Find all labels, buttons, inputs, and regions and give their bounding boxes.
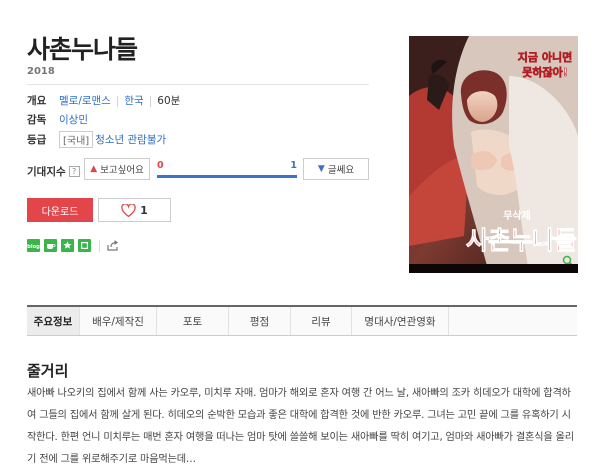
synopsis-text: 새아빠 나오키의 집에서 함께 사는 카오루, 미치루 자매. 엄마가 해외로 … — [27, 388, 574, 465]
info-director-row: 감독 이상민 — [27, 112, 88, 127]
director-link[interactable]: 이상민 — [59, 112, 88, 127]
svg-text:못하잖아!: 못하잖아! — [522, 65, 568, 79]
tab-photos[interactable]: 포토 — [157, 307, 229, 335]
tab-quotes-related[interactable]: 명대사/연관영화 — [352, 307, 449, 335]
like-button[interactable]: 1 — [98, 198, 171, 222]
movie-title: 사촌누나들 — [27, 35, 138, 64]
divider — [99, 239, 100, 252]
genre-link[interactable]: 멜로/로맨스 — [59, 93, 111, 108]
svg-text:무삭제: 무삭제 — [503, 209, 531, 222]
separator: | — [115, 94, 120, 107]
expectation-bar: 0 1 — [157, 160, 297, 180]
poster-image: 지금 아니면 못하잖아! 무삭제 사촌누나들 — [409, 36, 578, 273]
question-icon[interactable]: ? — [68, 166, 80, 177]
tab-reviews[interactable]: 리뷰 — [291, 307, 352, 335]
want-to-see-button[interactable]: ▲ 보고싶어요 — [84, 158, 150, 180]
expectation-label-wrap: 기대지수 ? — [27, 164, 80, 179]
square-share-icon[interactable] — [78, 239, 91, 252]
rating-link[interactable]: 청소년 관람불가 — [95, 132, 166, 147]
blog-icon[interactable]: blog — [27, 239, 40, 252]
separator: | — [148, 94, 153, 107]
expectation-bar-track — [157, 175, 297, 178]
poster-credit-strip — [409, 264, 578, 273]
synopsis-heading: 줄거리 — [27, 362, 69, 380]
not-sure-label: 글쎄요 — [327, 165, 355, 176]
tab-ratings[interactable]: 평점 — [229, 307, 291, 335]
movie-poster[interactable]: 지금 아니면 못하잖아! 무삭제 사촌누나들 — [409, 36, 578, 273]
star-share-icon[interactable] — [61, 239, 74, 252]
download-button[interactable]: 다운로드 — [27, 198, 93, 222]
thumbs-up-icon: ▲ — [90, 164, 98, 174]
cafe-icon[interactable] — [44, 239, 57, 252]
rating-label: 등급 — [27, 134, 47, 146]
rating-tag: [국내] — [59, 131, 94, 148]
svg-text:blog: blog — [27, 244, 40, 250]
svg-text:사촌누나들: 사촌누나들 — [466, 226, 577, 255]
movie-year: 2018 — [27, 66, 55, 77]
director-label: 감독 — [27, 114, 47, 126]
runtime: 60분 — [157, 95, 181, 107]
tab-main-info[interactable]: 주요정보 — [27, 307, 80, 335]
expectation-label: 기대지수 — [27, 166, 66, 178]
not-count: 1 — [290, 160, 297, 171]
divider — [27, 84, 369, 85]
like-count: 1 — [140, 203, 148, 217]
heart-icon — [121, 203, 136, 217]
info-overview-row: 개요 멜로/로맨스 | 한국 | 60분 — [27, 93, 180, 108]
tab-cast-crew[interactable]: 배우/제작진 — [80, 307, 157, 335]
not-sure-button[interactable]: ▼ 글쎄요 — [303, 158, 369, 180]
social-share-bar: blog — [27, 239, 123, 252]
want-count: 0 — [157, 160, 164, 171]
country-link[interactable]: 한국 — [124, 93, 143, 108]
svg-text:지금 아니면: 지금 아니면 — [518, 50, 572, 64]
detail-tabs: 주요정보 배우/제작진 포토 평점 리뷰 명대사/연관영화 — [27, 305, 577, 336]
thumbs-down-icon: ▼ — [317, 164, 325, 174]
want-to-see-label: 보고싶어요 — [100, 165, 144, 176]
share-icon[interactable] — [106, 239, 119, 252]
overview-label: 개요 — [27, 95, 47, 107]
info-rating-row: 등급 [국내] 청소년 관람불가 — [27, 131, 166, 148]
